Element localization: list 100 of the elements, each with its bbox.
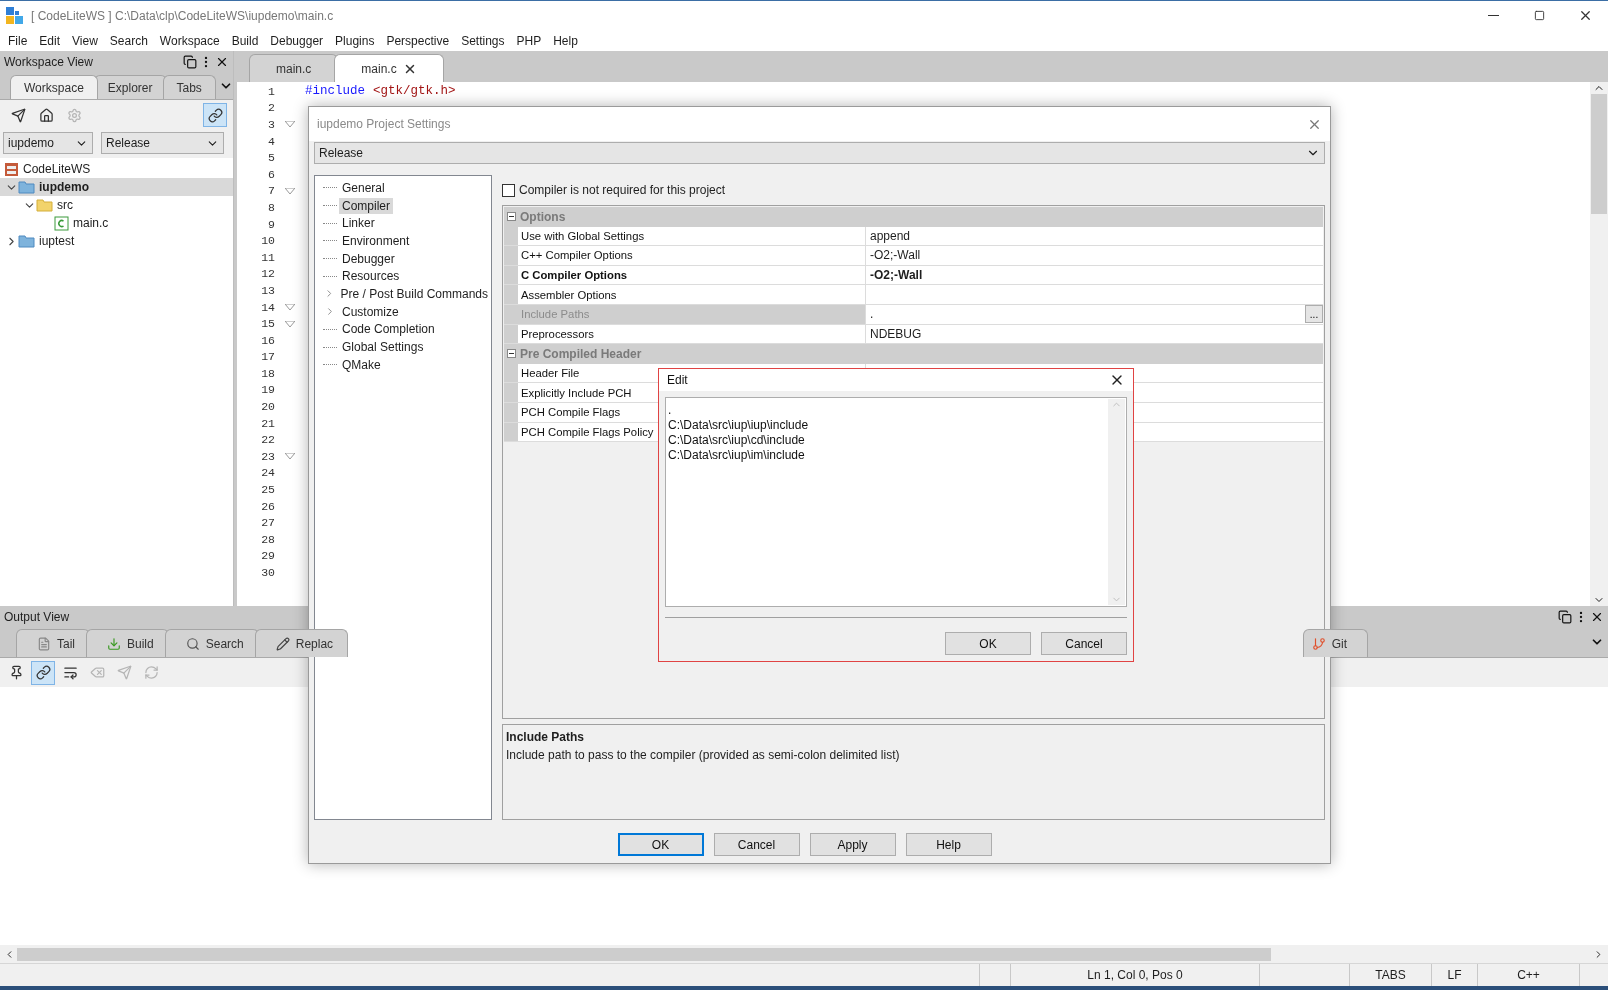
tab[interactable]: Workspace (10, 75, 98, 99)
menu-item[interactable]: Build (225, 33, 265, 48)
line-number: 12 (260, 267, 275, 281)
line-number: 16 (260, 333, 275, 347)
minimize-icon (1487, 15, 1499, 16)
pencil-icon (275, 636, 290, 651)
restore-icon[interactable] (1558, 609, 1572, 624)
output-tab[interactable]: Git (1302, 629, 1368, 657)
project-dropdown[interactable]: iupdemo (3, 132, 93, 154)
vertical-scrollbar[interactable] (1590, 82, 1608, 606)
line-number: 7 (267, 184, 275, 198)
configuration-dropdown[interactable]: Release (101, 132, 224, 154)
settings-tree-item[interactable]: Global Settings (339, 339, 427, 356)
maximize-icon (1533, 10, 1545, 21)
search-icon (185, 636, 200, 651)
output-tab[interactable]: Search (164, 629, 259, 657)
fold-marker-icon[interactable] (285, 187, 295, 194)
browse-button[interactable]: ... (1305, 305, 1323, 324)
download-icon (107, 636, 121, 651)
dialog-button[interactable]: Cancel (713, 833, 800, 856)
dialog-button[interactable]: Help (905, 833, 992, 856)
panel-title: Workspace View (4, 55, 94, 69)
line-number: 4 (267, 134, 275, 148)
dialog-button[interactable]: OK (945, 632, 1031, 655)
menu-item[interactable]: Workspace (153, 33, 226, 48)
close-icon[interactable] (215, 55, 229, 69)
output-tab[interactable]: Replac (254, 629, 349, 657)
line-number: 3 (267, 118, 275, 131)
menu-item[interactable]: View (66, 33, 104, 48)
description-text: Include path to pass to the compiler (provided as semi-colon delimited list) (506, 748, 901, 762)
line-number: 14 (260, 300, 275, 314)
line-number: 26 (260, 499, 275, 513)
text-area[interactable]: . C:\Data\src\iup\iup\include C:\Data\src\iup\cd\include C:\Data\src\iup\im\include (665, 397, 1127, 607)
settings-tree-item[interactable]: Environment (339, 232, 413, 249)
file-tab[interactable]: main.c (334, 54, 444, 82)
menu-item[interactable]: Debugger (264, 33, 330, 48)
folder-icon (18, 180, 35, 194)
menu-item[interactable]: PHP (510, 33, 548, 48)
property-value[interactable]: -O2;-Wall (866, 246, 1323, 265)
dialog-button[interactable]: Apply (809, 833, 896, 856)
link-icon[interactable] (31, 660, 55, 685)
line-number: 15 (260, 317, 275, 331)
tree-item[interactable]: src (0, 196, 233, 214)
collapse-icon[interactable] (507, 349, 516, 359)
tree-item[interactable]: CodeLiteWS (0, 160, 233, 178)
tree-item[interactable]: iuptest (0, 232, 233, 250)
settings-tree-item[interactable]: Pre / Post Build Commands (337, 285, 491, 302)
checkbox[interactable] (502, 183, 515, 197)
line-number: 1 (267, 84, 275, 98)
menu-item[interactable]: Plugins (329, 33, 381, 48)
menu-item[interactable]: Settings (455, 33, 511, 48)
menu-item[interactable]: Perspective (380, 33, 456, 48)
link-icon[interactable] (203, 103, 227, 127)
line-number: 30 (260, 566, 275, 579)
folder-icon (36, 198, 53, 212)
settings-tree-item[interactable]: QMake (339, 356, 384, 373)
line-number: 27 (260, 516, 275, 530)
section-title: Options (520, 209, 566, 224)
window-title: [ CodeLiteWS ] C:\Data\clp\CodeLiteWS\iupdemo\main.c (31, 8, 335, 23)
panel-title: Output View (4, 609, 71, 624)
fold-marker-icon[interactable] (285, 453, 295, 460)
scrollbar-thumb[interactable] (1591, 94, 1607, 214)
line-number: 23 (260, 449, 275, 463)
section-title: Pre Compiled Header (520, 346, 642, 361)
horizontal-scrollbar[interactable] (0, 945, 1608, 963)
menu-item[interactable]: Help (547, 33, 584, 48)
workspace-icon (4, 161, 19, 177)
collapse-icon[interactable] (507, 212, 516, 222)
settings-tree-item[interactable]: Customize (339, 303, 402, 320)
dialog-title: Edit (667, 373, 689, 387)
property-name[interactable]: Assembler Options (518, 285, 866, 304)
settings-tree-item[interactable]: General (339, 179, 388, 196)
line-number: 6 (267, 167, 275, 181)
dialog-button[interactable]: OK (617, 833, 704, 856)
fold-marker-icon[interactable] (285, 121, 295, 128)
line-number: 29 (260, 549, 275, 563)
menu-item[interactable]: File (2, 33, 34, 48)
dialog-button[interactable]: Cancel (1041, 632, 1127, 655)
configuration-dropdown[interactable]: Release (314, 142, 1325, 164)
menu-item[interactable]: Search (103, 33, 154, 48)
restore-icon[interactable] (183, 55, 197, 69)
tab[interactable]: Tabs (162, 75, 216, 99)
settings-tree-item[interactable]: Compiler (339, 197, 393, 214)
fold-marker-icon[interactable] (285, 304, 295, 310)
settings-tree-item[interactable]: Debugger (339, 250, 398, 267)
line-number: 11 (260, 250, 275, 264)
property-name[interactable]: C++ Compiler Options (518, 246, 866, 265)
settings-tree-item[interactable]: Code Completion (339, 321, 438, 338)
settings-tree-item[interactable]: Resources (339, 268, 403, 285)
code-token: #include (305, 84, 365, 99)
line-number: 21 (260, 416, 275, 430)
settings-tree-item[interactable]: Linker (339, 215, 378, 232)
line-number: 18 (260, 366, 275, 380)
menu-item[interactable]: Edit (33, 33, 67, 48)
tree-item[interactable]: iupdemo (0, 178, 233, 196)
tree-item[interactable]: main.c (0, 214, 233, 232)
fold-marker-icon[interactable] (285, 320, 295, 327)
list-icon (37, 636, 51, 651)
dialog-title: iupdemo Project Settings (317, 117, 452, 131)
output-tab[interactable]: Build (86, 629, 169, 657)
